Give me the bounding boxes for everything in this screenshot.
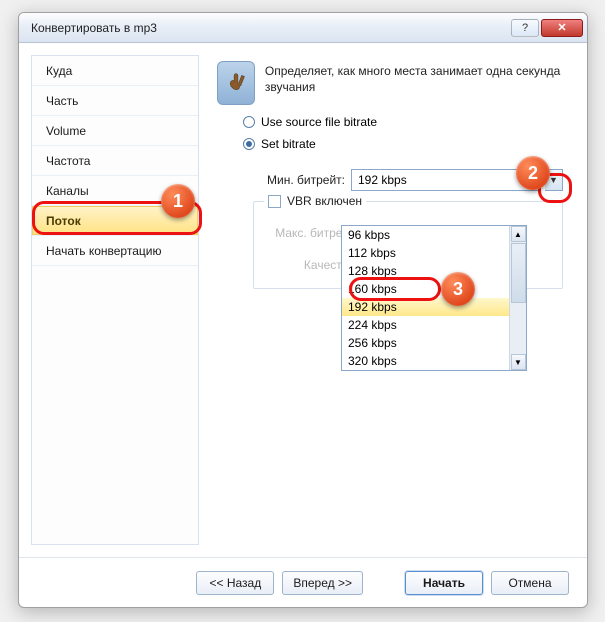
- vbr-group-title: VBR включен: [264, 194, 366, 208]
- dropdown-item[interactable]: 128 kbps: [342, 262, 526, 280]
- dropdown-item[interactable]: 224 kbps: [342, 316, 526, 334]
- dialog-window: Конвертировать в mp3 ? ✕ Куда Часть Volu…: [18, 12, 588, 608]
- sidebar-item-channels[interactable]: Каналы: [32, 176, 198, 206]
- forward-button[interactable]: Вперед >>: [282, 571, 363, 595]
- dropdown-item[interactable]: 320 kbps: [342, 352, 526, 370]
- dropdown-item[interactable]: 96 kbps: [342, 226, 526, 244]
- main-panel: Определяет, как много места занимает одн…: [199, 55, 575, 545]
- sidebar-item-frequency[interactable]: Частота: [32, 146, 198, 176]
- sidebar: Куда Часть Volume Частота Каналы Поток Н…: [31, 55, 199, 545]
- titlebar: Конвертировать в mp3 ? ✕: [19, 13, 587, 43]
- dropdown-item[interactable]: 112 kbps: [342, 244, 526, 262]
- close-button[interactable]: ✕: [541, 19, 583, 37]
- radio-label: Use source file bitrate: [261, 115, 377, 129]
- bitrate-dropdown-list: 96 kbps 112 kbps 128 kbps 160 kbps 192 k…: [341, 225, 527, 371]
- radio-set-bitrate[interactable]: Set bitrate: [243, 137, 563, 151]
- sidebar-item-volume[interactable]: Volume: [32, 116, 198, 146]
- sidebar-item-destination[interactable]: Куда: [32, 56, 198, 86]
- description-text: Определяет, как много места занимает одн…: [265, 61, 563, 105]
- scroll-down-icon[interactable]: ▼: [511, 354, 526, 370]
- dropdown-item-selected[interactable]: 192 kbps: [342, 298, 526, 316]
- min-bitrate-label: Мин. битрейт:: [253, 173, 345, 187]
- sidebar-item-stream[interactable]: Поток: [32, 206, 198, 236]
- dropdown-item[interactable]: 160 kbps: [342, 280, 526, 298]
- back-button[interactable]: << Назад: [196, 571, 274, 595]
- start-button[interactable]: Начать: [405, 571, 483, 595]
- sidebar-item-part[interactable]: Часть: [32, 86, 198, 116]
- content-area: Куда Часть Volume Частота Каналы Поток Н…: [19, 43, 587, 557]
- scroll-thumb[interactable]: [511, 243, 526, 303]
- window-title: Конвертировать в mp3: [31, 21, 509, 35]
- min-bitrate-combo[interactable]: 192 kbps: [351, 169, 539, 191]
- guitar-folder-icon: [217, 61, 255, 105]
- sidebar-item-start-conversion[interactable]: Начать конвертацию: [32, 236, 198, 266]
- footer-buttons: << Назад Вперед >> Начать Отмена: [19, 557, 587, 607]
- radio-label: Set bitrate: [261, 137, 316, 151]
- radio-icon: [243, 116, 255, 128]
- radio-use-source[interactable]: Use source file bitrate: [243, 115, 563, 129]
- dropdown-item[interactable]: 256 kbps: [342, 334, 526, 352]
- scroll-up-icon[interactable]: ▲: [511, 226, 526, 242]
- combo-dropdown-arrow[interactable]: ▼: [545, 169, 563, 191]
- cancel-button[interactable]: Отмена: [491, 571, 569, 595]
- radio-icon: [243, 138, 255, 150]
- vbr-checkbox[interactable]: [268, 195, 281, 208]
- combo-value: 192 kbps: [358, 173, 407, 187]
- vbr-label: VBR включен: [287, 194, 362, 208]
- help-button[interactable]: ?: [511, 19, 539, 37]
- dropdown-scrollbar[interactable]: ▲ ▼: [509, 226, 526, 370]
